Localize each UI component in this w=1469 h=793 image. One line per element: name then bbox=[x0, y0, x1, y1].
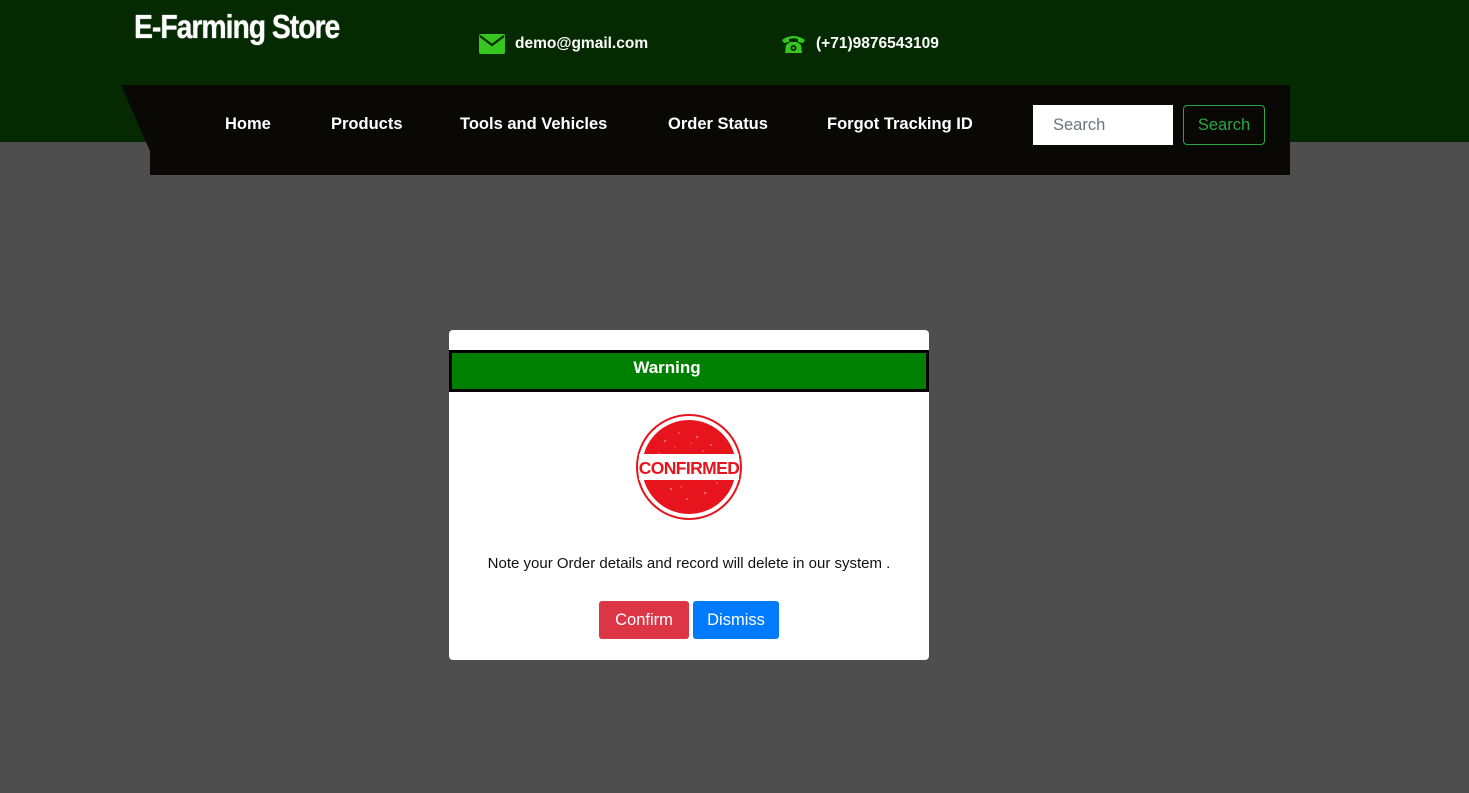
navbar-slant bbox=[121, 85, 150, 151]
warning-modal: Warning CONFIRMED Note your Order detail… bbox=[449, 330, 929, 660]
nav-order-status[interactable]: Order Status bbox=[668, 115, 768, 134]
contact-email: demo@gmail.com bbox=[479, 34, 648, 54]
site-logo[interactable]: E-Farming Store bbox=[134, 8, 340, 46]
contact-phone: (+71)9876543109 bbox=[781, 34, 939, 54]
search-button[interactable]: Search bbox=[1183, 105, 1265, 145]
email-text[interactable]: demo@gmail.com bbox=[515, 35, 648, 53]
nav-home[interactable]: Home bbox=[225, 115, 271, 134]
nav-forgot-tracking-id[interactable]: Forgot Tracking ID bbox=[827, 115, 973, 134]
confirm-button[interactable]: Confirm bbox=[599, 601, 689, 639]
search-input[interactable] bbox=[1033, 105, 1173, 145]
stamp-text: CONFIRMED bbox=[639, 458, 740, 478]
dismiss-button[interactable]: Dismiss bbox=[693, 601, 779, 639]
nav-products[interactable]: Products bbox=[331, 115, 403, 134]
phone-text[interactable]: (+71)9876543109 bbox=[816, 35, 939, 53]
confirmed-stamp-image: CONFIRMED bbox=[635, 413, 743, 521]
nav-tools-vehicles[interactable]: Tools and Vehicles bbox=[460, 115, 607, 134]
envelope-icon bbox=[479, 34, 505, 54]
telephone-icon bbox=[781, 34, 806, 54]
modal-message: Note your Order details and record will … bbox=[487, 555, 891, 572]
modal-title: Warning bbox=[449, 350, 929, 392]
